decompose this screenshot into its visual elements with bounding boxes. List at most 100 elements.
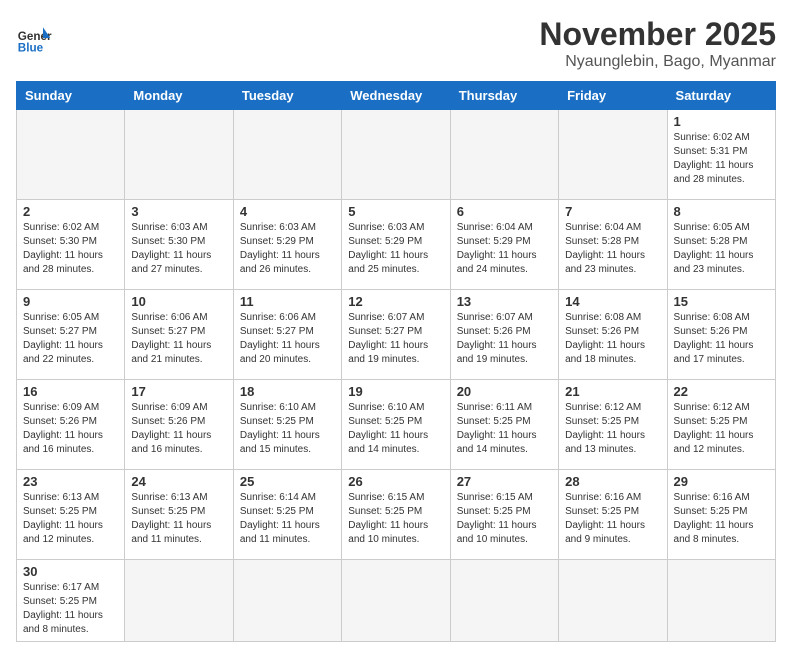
- day-cell: 15 Sunrise: 6:08 AM Sunset: 5:26 PM Dayli…: [667, 290, 775, 380]
- day-number: 26: [348, 474, 443, 489]
- day-number: 5: [348, 204, 443, 219]
- day-cell: 8 Sunrise: 6:05 AM Sunset: 5:28 PM Daylig…: [667, 200, 775, 290]
- day-cell: 16 Sunrise: 6:09 AM Sunset: 5:26 PM Dayli…: [17, 380, 125, 470]
- day-info: Sunrise: 6:02 AM Sunset: 5:31 PM Dayligh…: [674, 131, 769, 187]
- day-cell: 1 Sunrise: 6:02 AM Sunset: 5:31 PM Daylig…: [667, 110, 775, 200]
- day-number: 18: [240, 384, 335, 399]
- day-number: 19: [348, 384, 443, 399]
- column-header-tuesday: Tuesday: [233, 82, 341, 110]
- day-number: 7: [565, 204, 660, 219]
- day-number: 17: [131, 384, 226, 399]
- day-info: Sunrise: 6:08 AM Sunset: 5:26 PM Dayligh…: [674, 311, 769, 367]
- day-cell: 28Sunrise: 6:16 AM Sunset: 5:25 PM Dayli…: [559, 470, 667, 560]
- day-info: Sunrise: 6:16 AM Sunset: 5:25 PM Dayligh…: [674, 491, 769, 547]
- column-header-monday: Monday: [125, 82, 233, 110]
- day-cell: [125, 110, 233, 200]
- column-header-wednesday: Wednesday: [342, 82, 450, 110]
- day-cell: 17Sunrise: 6:09 AM Sunset: 5:26 PM Dayli…: [125, 380, 233, 470]
- day-info: Sunrise: 6:03 AM Sunset: 5:29 PM Dayligh…: [240, 221, 335, 277]
- day-cell: 30Sunrise: 6:17 AM Sunset: 5:25 PM Dayli…: [17, 560, 125, 642]
- day-info: Sunrise: 6:04 AM Sunset: 5:28 PM Dayligh…: [565, 221, 660, 277]
- day-cell: 23 Sunrise: 6:13 AM Sunset: 5:25 PM Dayli…: [17, 470, 125, 560]
- day-cell: 24Sunrise: 6:13 AM Sunset: 5:25 PM Dayli…: [125, 470, 233, 560]
- day-cell: 7 Sunrise: 6:04 AM Sunset: 5:28 PM Daylig…: [559, 200, 667, 290]
- day-cell: [342, 560, 450, 642]
- week-row-3: 9 Sunrise: 6:05 AM Sunset: 5:27 PM Daylig…: [17, 290, 776, 380]
- day-cell: 6 Sunrise: 6:04 AM Sunset: 5:29 PM Daylig…: [450, 200, 558, 290]
- day-cell: 20 Sunrise: 6:11 AM Sunset: 5:25 PM Dayli…: [450, 380, 558, 470]
- day-number: 29: [674, 474, 769, 489]
- day-cell: 14Sunrise: 6:08 AM Sunset: 5:26 PM Dayli…: [559, 290, 667, 380]
- header: General Blue November 2025 Nyaunglebin, …: [16, 16, 776, 71]
- day-cell: [450, 110, 558, 200]
- day-cell: [559, 110, 667, 200]
- day-cell: 19 Sunrise: 6:10 AM Sunset: 5:25 PM Dayli…: [342, 380, 450, 470]
- day-cell: [342, 110, 450, 200]
- day-cell: [125, 560, 233, 642]
- day-cell: 12 Sunrise: 6:07 AM Sunset: 5:27 PM Dayli…: [342, 290, 450, 380]
- day-cell: 29 Sunrise: 6:16 AM Sunset: 5:25 PM Dayli…: [667, 470, 775, 560]
- day-info: Sunrise: 6:06 AM Sunset: 5:27 PM Dayligh…: [240, 311, 335, 367]
- day-info: Sunrise: 6:09 AM Sunset: 5:26 PM Dayligh…: [23, 401, 118, 457]
- day-info: Sunrise: 6:02 AM Sunset: 5:30 PM Dayligh…: [23, 221, 118, 277]
- day-number: 16: [23, 384, 118, 399]
- day-info: Sunrise: 6:11 AM Sunset: 5:25 PM Dayligh…: [457, 401, 552, 457]
- column-header-friday: Friday: [559, 82, 667, 110]
- column-header-thursday: Thursday: [450, 82, 558, 110]
- day-number: 11: [240, 294, 335, 309]
- week-row-6: 30Sunrise: 6:17 AM Sunset: 5:25 PM Dayli…: [17, 560, 776, 642]
- location-title: Nyaunglebin, Bago, Myanmar: [539, 53, 776, 71]
- day-info: Sunrise: 6:08 AM Sunset: 5:26 PM Dayligh…: [565, 311, 660, 367]
- day-cell: [450, 560, 558, 642]
- day-cell: 3 Sunrise: 6:03 AM Sunset: 5:30 PM Daylig…: [125, 200, 233, 290]
- day-number: 30: [23, 564, 118, 579]
- day-number: 3: [131, 204, 226, 219]
- day-info: Sunrise: 6:05 AM Sunset: 5:28 PM Dayligh…: [674, 221, 769, 277]
- week-row-4: 16 Sunrise: 6:09 AM Sunset: 5:26 PM Dayli…: [17, 380, 776, 470]
- day-cell: 10 Sunrise: 6:06 AM Sunset: 5:27 PM Dayli…: [125, 290, 233, 380]
- day-info: Sunrise: 6:03 AM Sunset: 5:30 PM Dayligh…: [131, 221, 226, 277]
- day-number: 6: [457, 204, 552, 219]
- day-number: 21: [565, 384, 660, 399]
- day-cell: [233, 110, 341, 200]
- logo-icon: General Blue: [16, 20, 52, 56]
- week-row-2: 2 Sunrise: 6:02 AM Sunset: 5:30 PM Daylig…: [17, 200, 776, 290]
- day-info: Sunrise: 6:07 AM Sunset: 5:27 PM Dayligh…: [348, 311, 443, 367]
- day-number: 23: [23, 474, 118, 489]
- day-cell: 11 Sunrise: 6:06 AM Sunset: 5:27 PM Dayli…: [233, 290, 341, 380]
- day-cell: [559, 560, 667, 642]
- day-info: Sunrise: 6:10 AM Sunset: 5:25 PM Dayligh…: [348, 401, 443, 457]
- day-number: 13: [457, 294, 552, 309]
- week-row-5: 23 Sunrise: 6:13 AM Sunset: 5:25 PM Dayli…: [17, 470, 776, 560]
- column-header-sunday: Sunday: [17, 82, 125, 110]
- day-info: Sunrise: 6:15 AM Sunset: 5:25 PM Dayligh…: [457, 491, 552, 547]
- day-number: 20: [457, 384, 552, 399]
- day-cell: 22Sunrise: 6:12 AM Sunset: 5:25 PM Dayli…: [667, 380, 775, 470]
- day-number: 1: [674, 114, 769, 129]
- day-cell: 5Sunrise: 6:03 AM Sunset: 5:29 PM Daylig…: [342, 200, 450, 290]
- day-cell: [233, 560, 341, 642]
- day-info: Sunrise: 6:07 AM Sunset: 5:26 PM Dayligh…: [457, 311, 552, 367]
- day-info: Sunrise: 6:05 AM Sunset: 5:27 PM Dayligh…: [23, 311, 118, 367]
- day-number: 8: [674, 204, 769, 219]
- day-number: 10: [131, 294, 226, 309]
- svg-text:Blue: Blue: [18, 42, 44, 55]
- day-info: Sunrise: 6:16 AM Sunset: 5:25 PM Dayligh…: [565, 491, 660, 547]
- day-number: 9: [23, 294, 118, 309]
- day-cell: [667, 560, 775, 642]
- day-number: 12: [348, 294, 443, 309]
- day-cell: 26Sunrise: 6:15 AM Sunset: 5:25 PM Dayli…: [342, 470, 450, 560]
- day-info: Sunrise: 6:04 AM Sunset: 5:29 PM Dayligh…: [457, 221, 552, 277]
- day-cell: 18Sunrise: 6:10 AM Sunset: 5:25 PM Dayli…: [233, 380, 341, 470]
- day-cell: 27Sunrise: 6:15 AM Sunset: 5:25 PM Dayli…: [450, 470, 558, 560]
- days-header-row: SundayMondayTuesdayWednesdayThursdayFrid…: [17, 82, 776, 110]
- day-info: Sunrise: 6:12 AM Sunset: 5:25 PM Dayligh…: [674, 401, 769, 457]
- day-number: 24: [131, 474, 226, 489]
- day-number: 15: [674, 294, 769, 309]
- day-info: Sunrise: 6:06 AM Sunset: 5:27 PM Dayligh…: [131, 311, 226, 367]
- day-number: 2: [23, 204, 118, 219]
- day-info: Sunrise: 6:13 AM Sunset: 5:25 PM Dayligh…: [23, 491, 118, 547]
- column-header-saturday: Saturday: [667, 82, 775, 110]
- week-row-1: 1 Sunrise: 6:02 AM Sunset: 5:31 PM Daylig…: [17, 110, 776, 200]
- month-title: November 2025: [539, 16, 776, 53]
